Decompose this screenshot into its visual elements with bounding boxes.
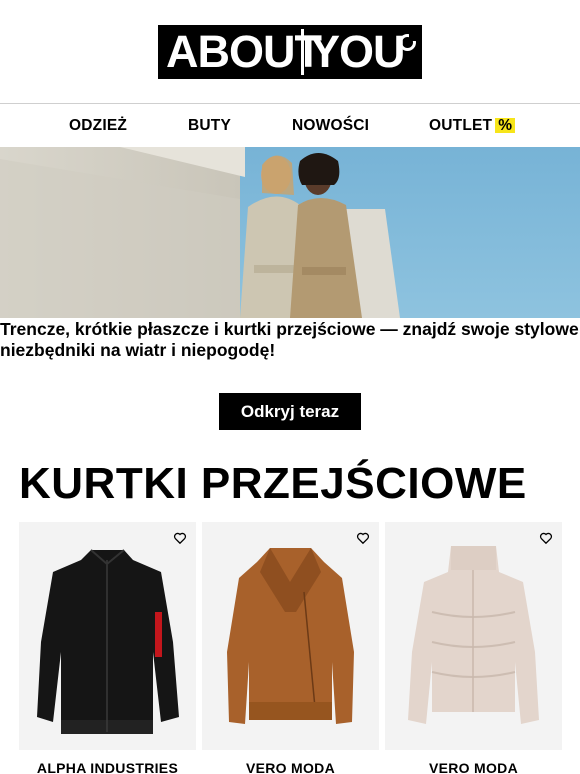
discover-now-button[interactable]: Odkryj teraz bbox=[219, 393, 361, 430]
outlet-percent-badge: % bbox=[495, 118, 516, 133]
product-brand[interactable]: VERO MODA bbox=[385, 760, 562, 774]
promo-text: Trencze, krótkie płaszcze i kurtki przej… bbox=[0, 319, 579, 360]
about-you-logo[interactable]: ABOUT YOU bbox=[158, 25, 422, 79]
category-nav: ODZIEŻ BUTY NOWOŚCI OUTLET% bbox=[0, 104, 580, 147]
email-header: ABOUT YOU bbox=[0, 0, 580, 104]
product-card[interactable] bbox=[202, 522, 379, 750]
product-brand[interactable]: ALPHA INDUSTRIES bbox=[19, 760, 196, 774]
logo-text-you: YOU bbox=[310, 26, 406, 77]
product-card[interactable] bbox=[385, 522, 562, 750]
logo-separator bbox=[301, 29, 304, 75]
nav-item-outlet[interactable]: OUTLET% bbox=[429, 117, 516, 135]
nav-item-odziez[interactable]: ODZIEŻ bbox=[69, 117, 127, 135]
beige-puffer-jacket-image bbox=[408, 546, 539, 724]
nav-item-buty[interactable]: BUTY bbox=[188, 117, 231, 135]
hero-image bbox=[0, 147, 580, 318]
brown-suede-jacket-image bbox=[227, 548, 354, 724]
logo-text-about: ABOUT bbox=[166, 26, 322, 77]
section-title: KURTKI PRZEJŚCIOWE bbox=[19, 459, 527, 508]
nav-item-outlet-label: OUTLET bbox=[429, 117, 493, 134]
nav-item-nowosci[interactable]: NOWOŚCI bbox=[292, 117, 369, 135]
logo-ring-icon bbox=[399, 34, 416, 51]
product-card[interactable] bbox=[19, 522, 196, 750]
hero-banner[interactable] bbox=[0, 147, 580, 318]
black-bomber-jacket-image bbox=[37, 549, 179, 734]
product-brand[interactable]: VERO MODA bbox=[202, 760, 379, 774]
